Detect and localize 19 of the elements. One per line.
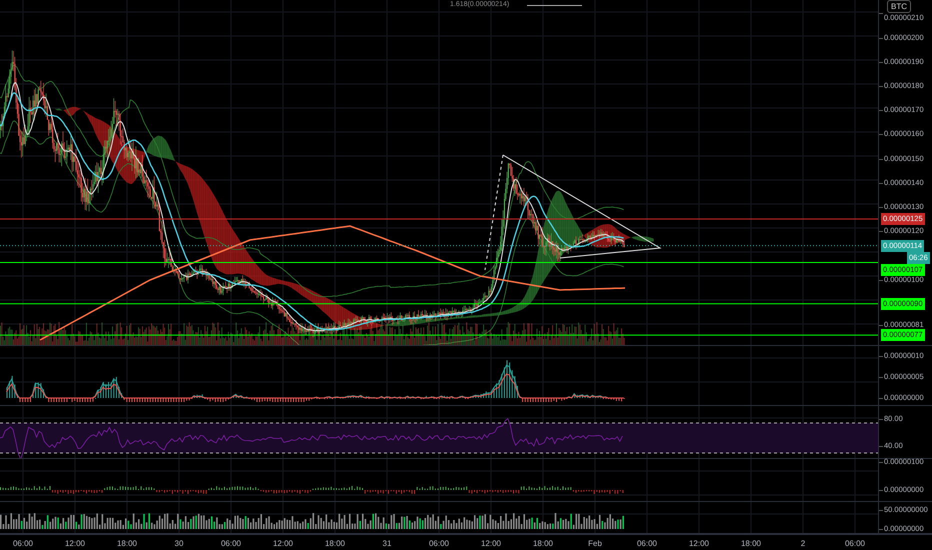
time-label: 06:00	[428, 539, 450, 548]
time-label: 06:00	[636, 539, 658, 548]
time-label: 18:00	[740, 539, 762, 548]
time-label: 31	[382, 539, 392, 548]
time-label: 06:00	[12, 539, 34, 548]
time-label: 30	[174, 539, 184, 548]
time-label: 06:00	[844, 539, 866, 548]
time-label: 12:00	[688, 539, 710, 548]
currency-badge: BTC	[887, 0, 911, 13]
time-label: 06:00	[220, 539, 242, 548]
time-label: 12:00	[272, 539, 294, 548]
time-label: 2	[800, 539, 806, 548]
time-label: 18:00	[532, 539, 554, 548]
time-label: 12:00	[480, 539, 502, 548]
time-label: Feb	[588, 539, 602, 548]
time-label: 18:00	[324, 539, 346, 548]
time-label: 18:00	[116, 539, 138, 548]
fib-level-line	[527, 5, 582, 6]
time-label: 12:00	[64, 539, 86, 548]
